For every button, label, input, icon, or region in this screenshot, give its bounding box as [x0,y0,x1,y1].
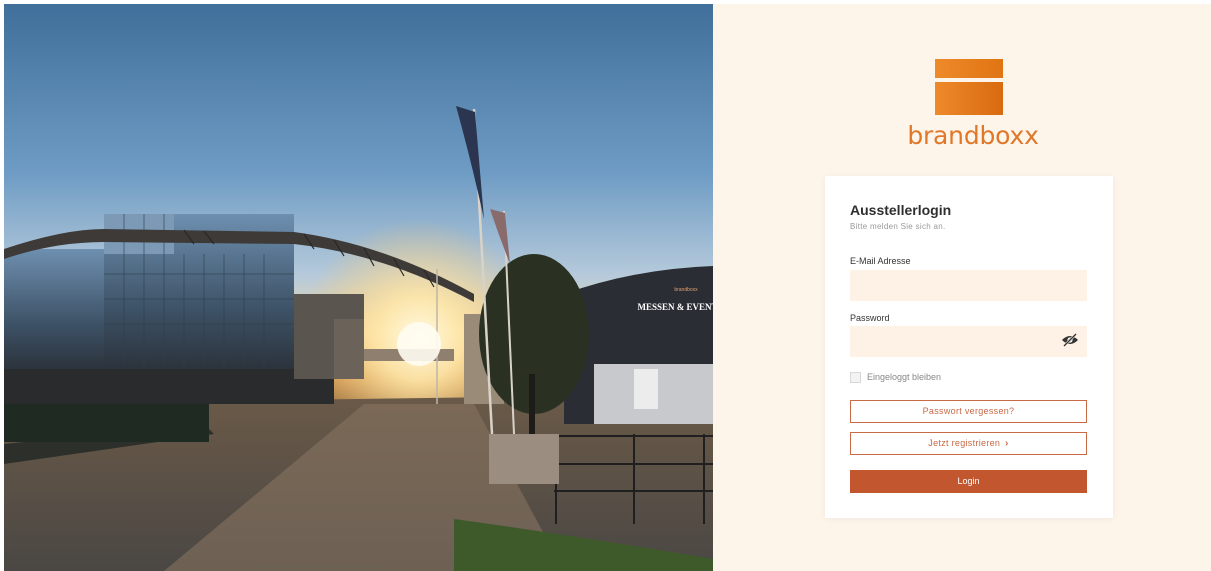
brand-logo-text: brandboxx [907,121,1039,150]
forgot-password-label: Passwort vergessen? [922,406,1015,416]
login-panel: brandboxx Ausstellerlogin Bitte melden S… [713,4,1211,571]
remember-me[interactable]: Eingeloggt bleiben [850,370,941,384]
arena-sign-large: MESSEN & EVENTS [637,302,713,312]
password-label: Password [850,313,890,323]
remember-checkbox[interactable] [850,371,861,383]
brand-logo-mark [935,59,1003,115]
email-label: E-Mail Adresse [850,256,911,266]
login-title: Ausstellerlogin [850,202,952,218]
register-label: Jetzt registrieren [928,438,1001,448]
eye-slash-icon[interactable] [1061,333,1079,347]
login-card: Ausstellerlogin Bitte melden Sie sich an… [825,176,1113,518]
chevron-right-icon: › [1005,438,1009,449]
forgot-password-button[interactable]: Passwort vergessen? [850,400,1087,423]
venue-photo: brandboxx MESSEN & EVENTS [4,4,713,571]
login-button-label: Login [957,476,980,486]
remember-label: Eingeloggt bleiben [867,372,942,382]
venue-illustration: brandboxx MESSEN & EVENTS [4,106,713,571]
password-field[interactable] [850,326,1087,357]
arena-sign-small: brandboxx [674,287,698,293]
register-button[interactable]: Jetzt registrieren › [850,432,1087,455]
login-button[interactable]: Login [850,470,1087,493]
brand-logo: brandboxx [903,59,1043,154]
login-subtitle: Bitte melden Sie sich an. [850,222,946,231]
email-field[interactable] [850,270,1087,301]
